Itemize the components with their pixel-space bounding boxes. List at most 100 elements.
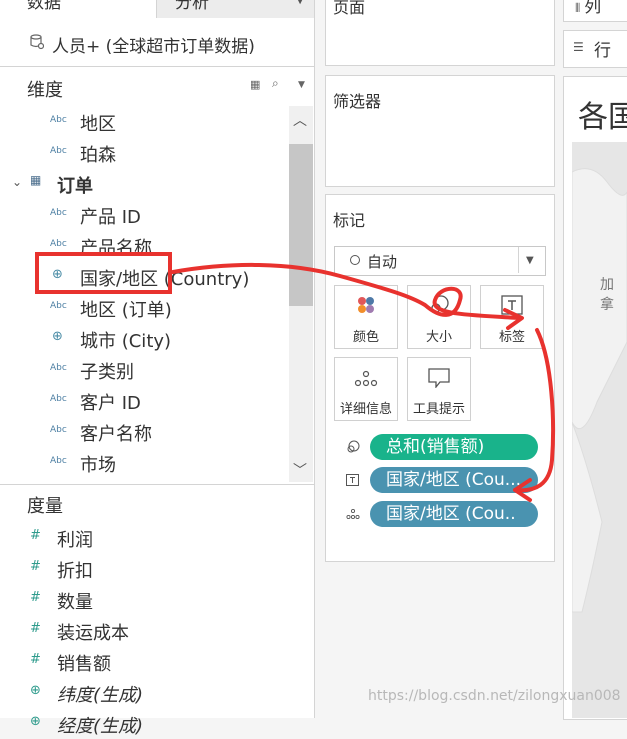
string-type-icon: Abc (50, 301, 67, 311)
string-type-icon: Abc (50, 115, 67, 125)
measure-field[interactable]: ⊕ 纬度(生成) (0, 677, 314, 708)
measure-field-label: 数量 (57, 592, 93, 613)
dimension-field[interactable]: Abc 地区 (订单) (0, 292, 290, 323)
mark-type-value: 自动 (367, 253, 398, 271)
color-icon (358, 297, 374, 313)
columns-icon: ⦀ (575, 1, 585, 15)
columns-shelf-label: ⦀ 列 (575, 0, 601, 17)
measure-field-label: 利润 (57, 530, 93, 551)
text-icon (501, 295, 523, 315)
datasource-icon (30, 34, 44, 50)
scrollbar-thumb[interactable] (289, 144, 313, 306)
scroll-down-icon[interactable]: ﹀ (293, 460, 307, 480)
mark-type-dropdown[interactable] (334, 246, 546, 276)
dimension-field[interactable]: Abc 市场 (0, 447, 290, 478)
dimension-field[interactable]: Abc 子类别 (0, 354, 290, 385)
size-icon (347, 440, 360, 453)
view-toggle-icon[interactable]: ▦ (250, 78, 260, 91)
pill-country-detail[interactable]: 国家/地区 (Cou.. (370, 501, 538, 527)
menu-arrow-icon[interactable]: ▼ (298, 80, 305, 90)
measure-field[interactable]: # 数量 (0, 584, 314, 615)
number-type-icon: # (30, 590, 41, 605)
number-type-icon: # (30, 559, 41, 574)
measure-field[interactable]: # 折扣 (0, 553, 314, 584)
tooltip-button-label: 工具提示 (412, 402, 465, 417)
measure-field[interactable]: # 装运成本 (0, 615, 314, 646)
dimension-folder[interactable]: ⌄ ▦ 订单 (0, 168, 290, 199)
dimension-field[interactable]: Abc 客户 ID (0, 385, 290, 416)
map-country-label: 加拿 (600, 277, 614, 313)
tab-analysis[interactable]: 分析 ▼ (156, 0, 314, 18)
collapse-caret-icon[interactable]: ⌄ (12, 175, 22, 189)
measure-field-label: 经度(生成) (57, 716, 144, 737)
dropdown-divider (518, 247, 519, 273)
tooltip-button[interactable]: 工具提示 (407, 357, 471, 421)
tab-data[interactable]: 数据 (0, 0, 155, 18)
number-type-icon: # (30, 528, 41, 543)
watermark: https://blog.csdn.net/zilongxuan008 (368, 688, 621, 704)
measure-field-label: 销售额 (57, 654, 111, 675)
dimension-field[interactable]: Abc 产品 ID (0, 199, 290, 230)
filters-title: 筛选器 (333, 92, 382, 111)
tooltip-icon (428, 368, 450, 388)
measures-divider (0, 484, 314, 485)
string-type-icon: Abc (50, 146, 67, 156)
string-type-icon: Abc (50, 456, 67, 466)
pages-title: 页面 (333, 0, 366, 17)
rows-label: 行 (594, 41, 611, 61)
dimension-field-label: 市场 (80, 455, 116, 476)
dropdown-arrow-icon[interactable]: ▼ (526, 255, 534, 266)
tab-analysis-label: 分析 (175, 0, 209, 13)
dimension-field-label: 客户 ID (80, 393, 141, 414)
dimension-field-label: 珀森 (80, 145, 116, 166)
dimension-field-label: 客户名称 (80, 424, 152, 445)
dimension-field-label: 地区 (80, 114, 116, 135)
circle-icon (350, 255, 360, 265)
number-type-icon: # (30, 621, 41, 636)
marks-title: 标记 (333, 211, 366, 230)
dimension-field[interactable]: ⊕ 城市 (City) (0, 323, 290, 354)
detail-icon (346, 508, 360, 520)
string-type-icon: Abc (50, 363, 67, 373)
scroll-up-icon[interactable]: ︿ (293, 110, 307, 130)
table-icon: ▦ (30, 173, 42, 187)
dimension-field-label: 产品 ID (80, 207, 141, 228)
measures-title: 度量 (27, 496, 63, 517)
size-button-label: 大小 (425, 330, 452, 345)
measure-field[interactable]: # 利润 (0, 522, 314, 553)
detail-button[interactable]: 详细信息 (334, 357, 398, 421)
rows-icon: ☰ (573, 40, 584, 54)
globe-icon: ⊕ (30, 683, 41, 698)
dimension-field-label: 订单 (57, 176, 93, 197)
string-type-icon: Abc (50, 394, 67, 404)
datasource-label[interactable]: 人员+ (全球超市订单数据) (52, 32, 255, 57)
dimension-field-label: 子类别 (80, 362, 134, 383)
dimension-field[interactable]: Abc 客户名称 (0, 416, 290, 447)
dimension-field[interactable]: Abc 珀森 (0, 137, 290, 168)
highlight-box (35, 252, 172, 294)
dimensions-title: 维度 (27, 80, 63, 101)
size-button[interactable]: 大小 (407, 285, 471, 349)
globe-icon: ⊕ (52, 329, 63, 344)
label-button[interactable]: 标签 (480, 285, 544, 349)
measure-field-label: 装运成本 (57, 623, 129, 644)
number-type-icon: # (30, 652, 41, 667)
pill-sum-sales[interactable]: 总和(销售额) (370, 434, 538, 460)
map-view[interactable] (572, 142, 627, 718)
search-icon[interactable]: ⌕ (272, 76, 279, 91)
globe-icon: ⊕ (30, 714, 41, 729)
color-button[interactable]: 颜色 (334, 285, 398, 349)
columns-label: 列 (584, 0, 602, 17)
measure-field[interactable]: # 销售额 (0, 646, 314, 677)
pill-country-label[interactable]: 国家/地区 (Cou... (370, 467, 538, 493)
measure-field-label: 纬度(生成) (57, 685, 144, 706)
text-icon (346, 474, 359, 486)
color-button-label: 颜色 (352, 330, 379, 345)
detail-icon (354, 370, 378, 387)
measure-field[interactable]: ⊕ 经度(生成) (0, 708, 314, 739)
chevron-down-icon[interactable]: ▼ (296, 0, 304, 12)
detail-button-label: 详细信息 (339, 402, 392, 417)
dimension-field-label: 地区 (订单) (80, 300, 172, 321)
string-type-icon: Abc (50, 239, 67, 249)
dimension-field[interactable]: Abc 地区 (0, 106, 290, 137)
